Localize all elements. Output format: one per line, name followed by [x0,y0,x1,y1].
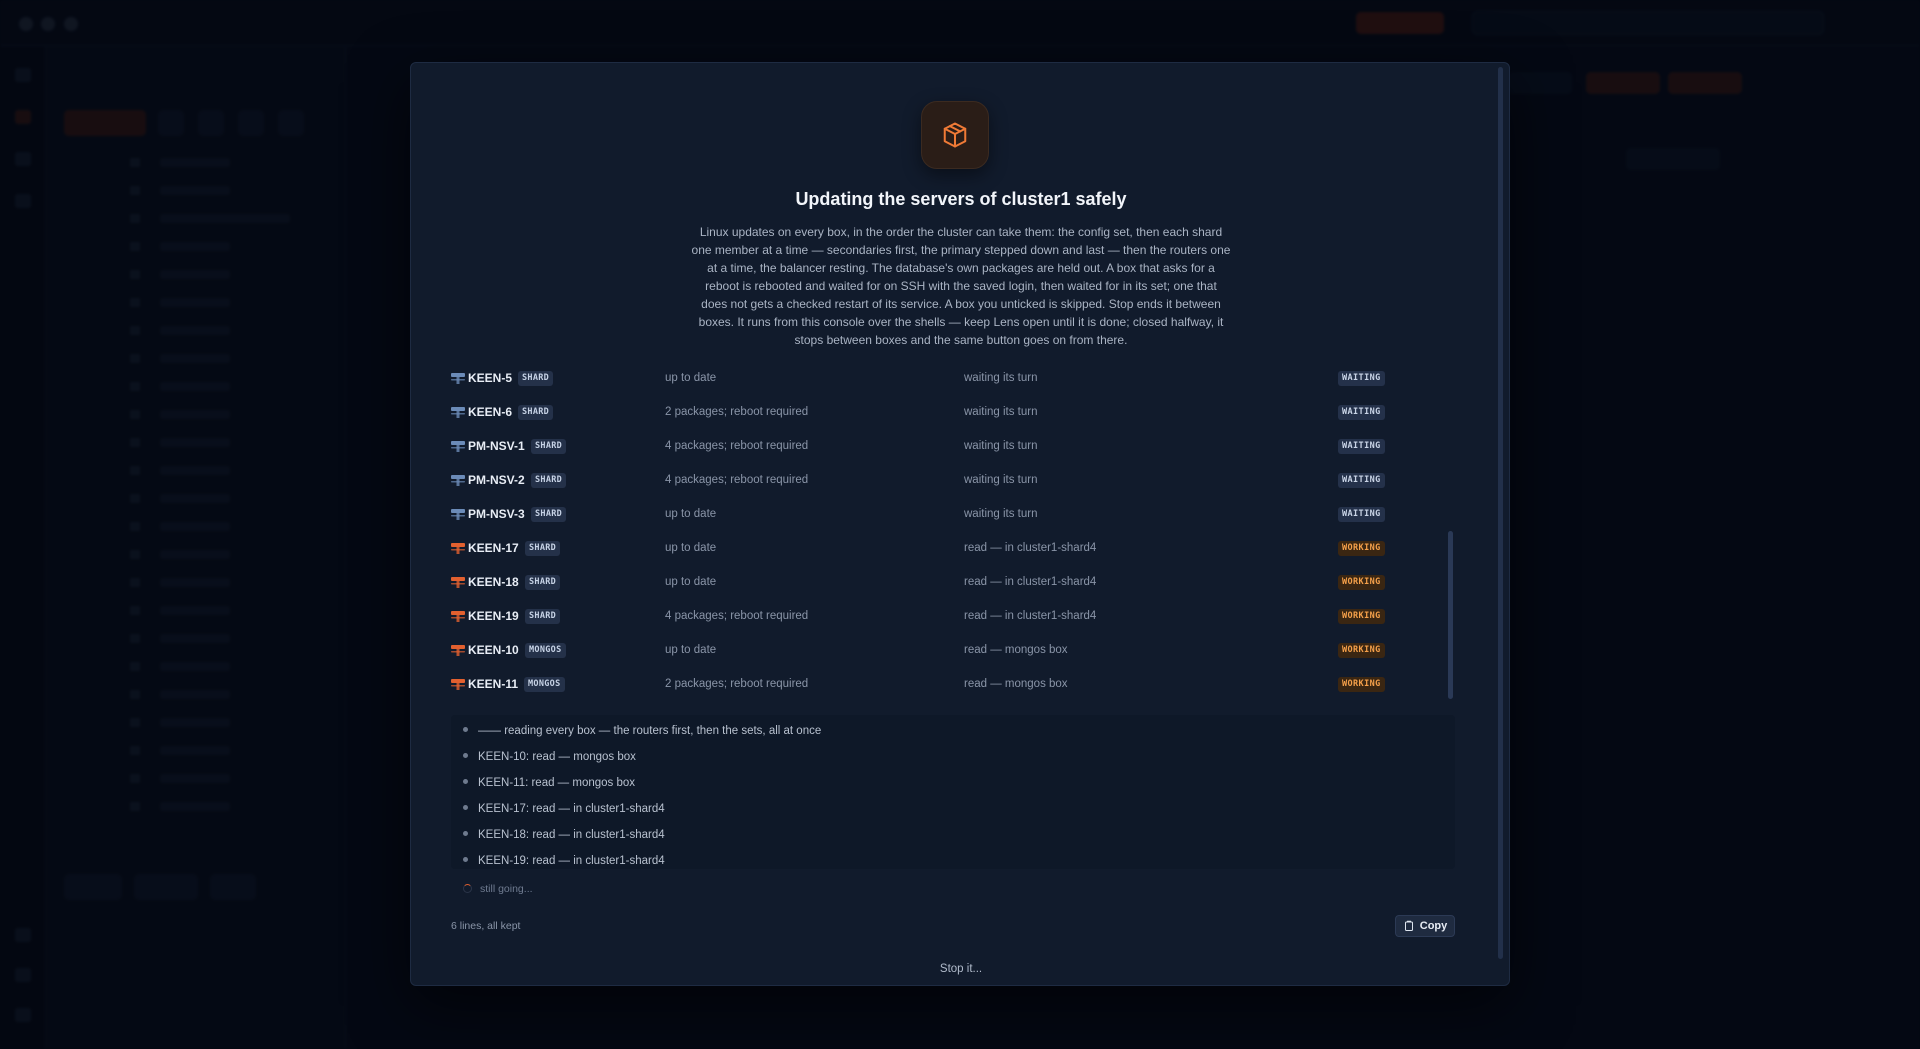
server-role-tag: SHARD [525,609,561,624]
log-line: KEEN-10: read — mongos box [463,751,636,763]
server-status: waiting its turn [964,508,1038,520]
server-status: read — in cluster1-shard4 [964,610,1097,622]
server-role-tag: SHARD [531,439,567,454]
server-status: read — mongos box [964,644,1068,656]
server-icon [451,679,465,690]
server-role-tag: SHARD [518,371,554,386]
server-name: KEEN-11 [468,677,519,691]
server-state-badge: WAITING [1338,439,1385,454]
server-packages: up to date [665,508,717,520]
server-state-badge: WAITING [1338,473,1385,488]
stop-button[interactable]: Stop it... [411,963,1509,975]
clipboard-icon [1404,920,1413,931]
server-role-tag: SHARD [525,541,561,556]
log-line: KEEN-17: read — in cluster1-shard4 [463,803,665,815]
server-packages: 4 packages; reboot required [665,440,809,452]
server-state-badge: WAITING [1338,405,1385,420]
server-icon [451,373,465,384]
server-row: PM-NSV-1 SHARD 4 packages; reboot required… [451,429,1471,463]
table-scrollbar[interactable] [1448,531,1453,699]
bullet-icon [463,753,468,759]
server-name: KEEN-5 [468,371,513,385]
server-name: KEEN-18 [468,575,519,589]
server-role-tag: SHARD [531,507,567,522]
server-row: KEEN-18 SHARD up to date read — in cluster1… [451,565,1471,599]
copy-label: Copy [1419,920,1448,932]
server-status: read — in cluster1-shard4 [964,576,1097,588]
bullet-icon [463,831,468,837]
copy-button[interactable]: Copy [1395,915,1455,937]
bullet-icon [463,727,468,733]
server-icon [451,543,465,554]
server-status: read — in cluster1-shard4 [964,542,1097,554]
server-packages: 2 packages; reboot required [665,406,809,418]
server-row: KEEN-6 SHARD 2 packages; reboot required wa… [451,395,1471,429]
server-name: PM-NSV-2 [468,473,525,487]
server-status: waiting its turn [964,474,1038,486]
server-state-badge: WORKING [1338,677,1385,692]
server-name: KEEN-10 [468,643,519,657]
server-status: read — mongos box [964,678,1068,690]
server-icon [451,441,465,452]
server-row: KEEN-11 MONGOS 2 packages; reboot required… [451,667,1471,701]
server-state-badge: WORKING [1338,575,1385,590]
server-status: waiting its turn [964,440,1038,452]
server-state-badge: WAITING [1338,371,1385,386]
bullet-icon [463,805,468,811]
log-line: KEEN-11: read — mongos box [463,777,635,789]
server-packages: up to date [665,644,717,656]
server-state-badge: WORKING [1338,643,1385,658]
bullet-icon [463,857,468,863]
server-name: KEEN-17 [468,541,519,555]
server-name: KEEN-6 [468,405,513,419]
server-state-badge: WAITING [1338,507,1385,522]
server-row: KEEN-19 SHARD 4 packages; reboot required r… [451,599,1471,633]
server-icon [451,509,465,520]
log-line: KEEN-18: read — in cluster1-shard4 [463,829,665,841]
server-name: PM-NSV-1 [468,439,525,453]
server-state-badge: WORKING [1338,541,1385,556]
spinner-icon [463,883,472,893]
server-packages: up to date [665,542,717,554]
log-status: still going... [463,883,533,895]
server-row: PM-NSV-2 SHARD 4 packages; reboot required… [451,463,1471,497]
server-name: PM-NSV-3 [468,507,525,521]
server-icon [451,475,465,486]
server-status: waiting its turn [964,372,1038,384]
server-row: KEEN-17 SHARD up to date read — in cluster1… [451,531,1471,565]
dialog-description: Linux updates on every box, in the order… [691,225,1231,347]
dialog-title: Updating the servers of cluster1 safely [795,189,1127,209]
server-row: KEEN-10 MONGOS up to date read — mongos box… [451,633,1471,667]
log-summary: 6 lines, all kept [451,920,521,932]
server-status: waiting its turn [964,406,1038,418]
server-packages: up to date [665,372,717,384]
server-state-badge: WORKING [1338,609,1385,624]
update-servers-dialog: Updating the servers of cluster1 safely … [410,62,1510,986]
server-icon [451,407,465,418]
log-line: KEEN-19: read — in cluster1-shard4 [463,855,665,867]
server-table: KEEN-5 SHARD up to date waiting its turn WAI… [451,361,1471,701]
server-role-tag: MONGOS [525,643,566,658]
server-packages: 4 packages; reboot required [665,610,809,622]
server-role-tag: SHARD [525,575,561,590]
server-row: PM-NSV-3 SHARD up to date waiting its turn W… [451,497,1471,531]
log-line: —— reading every box — the routers first… [463,725,821,737]
server-icon [451,611,465,622]
bullet-icon [463,779,468,785]
package-icon [921,101,989,169]
server-icon [451,577,465,588]
server-row: KEEN-5 SHARD up to date waiting its turn WAI… [451,361,1471,395]
server-icon [451,645,465,656]
server-role-tag: SHARD [531,473,567,488]
server-role-tag: SHARD [518,405,554,420]
server-name: KEEN-19 [468,609,519,623]
server-packages: 2 packages; reboot required [665,678,809,690]
run-log: —— reading every box — the routers first… [451,715,1455,869]
server-role-tag: MONGOS [524,677,565,692]
server-packages: 4 packages; reboot required [665,474,809,486]
server-packages: up to date [665,576,717,588]
